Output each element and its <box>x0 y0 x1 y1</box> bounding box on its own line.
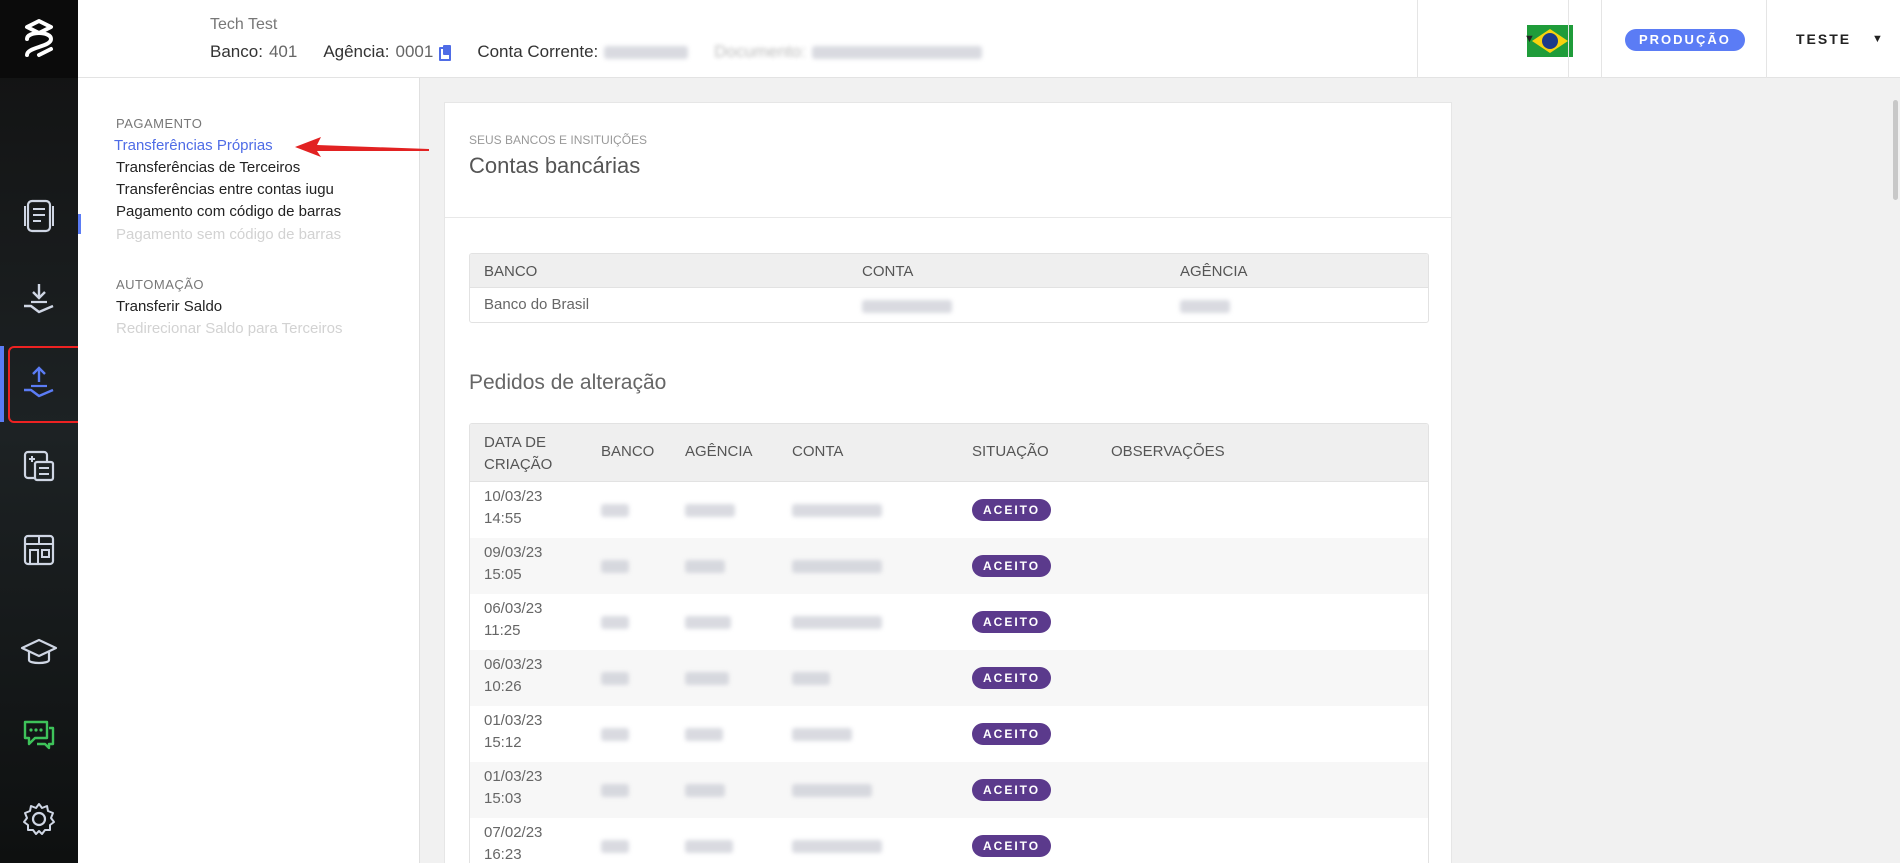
table-row: 06/03/23 11:25 ACEITO <box>470 594 1428 650</box>
agency-label: Agência: <box>323 42 390 61</box>
copy-icon[interactable] <box>439 45 452 61</box>
document-label: Documento: <box>714 42 806 61</box>
logo[interactable] <box>0 0 78 78</box>
environment-badge[interactable]: PRODUÇÃO <box>1625 29 1745 51</box>
cell-conta-redacted <box>862 300 952 313</box>
nav-invoices[interactable] <box>19 196 59 236</box>
nav-academy[interactable] <box>19 632 59 672</box>
change-requests-table: DATA DE CRIAÇÃO BANCO AGÊNCIA CONTA SITU… <box>469 423 1429 863</box>
cell-banco: Banco do Brasil <box>484 296 590 313</box>
table-row: 06/03/23 10:26 ACEITO <box>470 650 1428 706</box>
subnav-item-transferencias-iugu[interactable]: Transferências entre contas iugu <box>116 181 334 198</box>
rail-active-marker <box>0 346 4 422</box>
subnav-item-pagamento-com-codigo[interactable]: Pagamento com código de barras <box>116 203 341 220</box>
change-requests-title: Pedidos de alteração <box>469 371 667 394</box>
page-title: Contas bancárias <box>469 153 641 178</box>
user-menu-chevron-icon[interactable]: ▼ <box>1872 33 1883 45</box>
cell-time: 15:03 <box>484 790 522 807</box>
table-row: 01/03/23 15:12 ACEITO <box>470 706 1428 762</box>
column-data-criacao: DATA DE CRIAÇÃO <box>484 434 553 473</box>
document-value-redacted <box>811 45 982 59</box>
column-agencia: AGÊNCIA <box>1180 263 1248 280</box>
column-conta: CONTA <box>792 443 844 460</box>
cell-date: 06/03/23 <box>484 656 543 673</box>
column-situacao: SITUAÇÃO <box>972 443 1049 460</box>
chat-icon <box>23 720 55 750</box>
nav-chat[interactable] <box>19 714 59 754</box>
store-icon <box>23 534 55 566</box>
table-row: 07/02/23 16:23 ACEITO <box>470 818 1428 863</box>
status-badge: ACEITO <box>972 835 1052 857</box>
cell-date: 01/03/23 <box>484 768 543 785</box>
status-badge: ACEITO <box>972 779 1052 801</box>
invoice-icon <box>24 199 54 233</box>
table-row: 09/03/23 15:05 ACEITO <box>470 538 1428 594</box>
nav-settings[interactable] <box>19 799 59 839</box>
iugu-logo-icon <box>25 19 54 57</box>
chevron-down-icon[interactable]: ▼ <box>1524 33 1535 45</box>
annotation-arrow <box>295 137 429 157</box>
bank-accounts-table: BANCO CONTA AGÊNCIA Banco do Brasil <box>469 253 1429 323</box>
top-header: Tech Test Banco: 401 Agência: 0001 Conta… <box>78 0 1900 78</box>
cell-time: 10:26 <box>484 678 522 695</box>
bank-value: 401 <box>268 42 298 61</box>
cell-time: 14:55 <box>484 510 522 527</box>
cell-date: 07/02/23 <box>484 824 543 841</box>
cell-date: 10/03/23 <box>484 488 543 505</box>
cell-time: 15:05 <box>484 566 522 583</box>
status-badge: ACEITO <box>972 723 1052 745</box>
receive-money-icon <box>24 284 54 314</box>
column-banco: BANCO <box>601 443 655 460</box>
active-item-bar <box>78 214 81 234</box>
table-row: 10/03/23 14:55 ACEITO <box>470 482 1428 538</box>
section-title-pagamento: PAGAMENTO <box>116 116 203 131</box>
status-badge: ACEITO <box>972 667 1052 689</box>
column-observacoes: OBSERVAÇÕES <box>1111 443 1225 460</box>
account-details: Banco: 401 Agência: 0001 Conta Corrente:… <box>210 42 982 62</box>
status-badge: ACEITO <box>972 499 1052 521</box>
status-badge: ACEITO <box>972 555 1052 577</box>
main-card: SEUS BANCOS E INSITUIÇÕES Contas bancári… <box>444 102 1452 863</box>
account-name: Tech Test <box>210 16 278 33</box>
cell-time: 11:25 <box>484 622 521 639</box>
table-header: BANCO CONTA AGÊNCIA <box>470 254 1428 288</box>
section-sidebar: PAGAMENTO Transferências Próprias Transf… <box>78 78 420 863</box>
subnav-item-transferencias-terceiros[interactable]: Transferências de Terceiros <box>116 159 300 176</box>
cell-time: 16:23 <box>484 846 522 863</box>
account-value-redacted <box>604 45 689 59</box>
graduation-cap-icon <box>20 638 58 665</box>
column-banco: BANCO <box>484 263 538 280</box>
cell-agencia-redacted <box>1180 300 1230 313</box>
cell-time: 15:12 <box>484 734 522 751</box>
agency-value: 0001 <box>395 42 434 61</box>
subnav-item-redirecionar-saldo: Redirecionar Saldo para Terceiros <box>116 320 343 337</box>
column-conta: CONTA <box>862 263 914 280</box>
calculator-icon <box>23 450 55 482</box>
subnav-item-pagamento-sem-codigo: Pagamento sem código de barras <box>116 226 342 243</box>
page-scrollbar[interactable] <box>1893 100 1898 200</box>
subnav-item-transferencias-proprias[interactable]: Transferências Próprias <box>114 137 273 154</box>
table-row: Banco do Brasil <box>470 288 1428 322</box>
bank-label: Banco: <box>210 42 263 61</box>
cell-date: 06/03/23 <box>484 600 543 617</box>
table-row: 01/03/23 15:03 ACEITO <box>470 762 1428 818</box>
left-rail <box>0 0 78 863</box>
user-menu[interactable]: TESTE <box>1796 31 1851 47</box>
gear-icon <box>23 803 55 835</box>
status-badge: ACEITO <box>972 611 1052 633</box>
nav-calculator[interactable] <box>19 446 59 486</box>
table-header: DATA DE CRIAÇÃO BANCO AGÊNCIA CONTA SITU… <box>470 424 1428 482</box>
subnav-item-transferir-saldo[interactable]: Transferir Saldo <box>116 298 222 315</box>
nav-store[interactable] <box>19 530 59 570</box>
section-title-automacao: AUTOMAÇÃO <box>116 277 205 292</box>
cell-date: 01/03/23 <box>484 712 543 729</box>
cell-date: 09/03/23 <box>484 544 543 561</box>
card-eyebrow: SEUS BANCOS E INSITUIÇÕES <box>469 133 648 147</box>
nav-receive[interactable] <box>19 280 59 320</box>
column-agencia: AGÊNCIA <box>685 443 753 460</box>
account-label: Conta Corrente: <box>477 42 599 61</box>
